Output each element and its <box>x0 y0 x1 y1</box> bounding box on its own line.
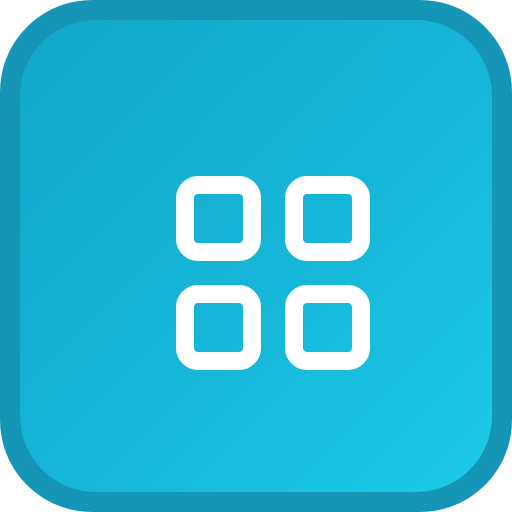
grid-cell-top-right <box>285 176 370 261</box>
grid-cell-bottom-left <box>176 285 261 370</box>
app-icon-face <box>20 20 492 492</box>
grid-cell-bottom-right <box>285 285 370 370</box>
grid-cell-top-left <box>176 176 261 261</box>
grid-icon <box>176 176 376 376</box>
app-icon[interactable] <box>0 0 512 512</box>
